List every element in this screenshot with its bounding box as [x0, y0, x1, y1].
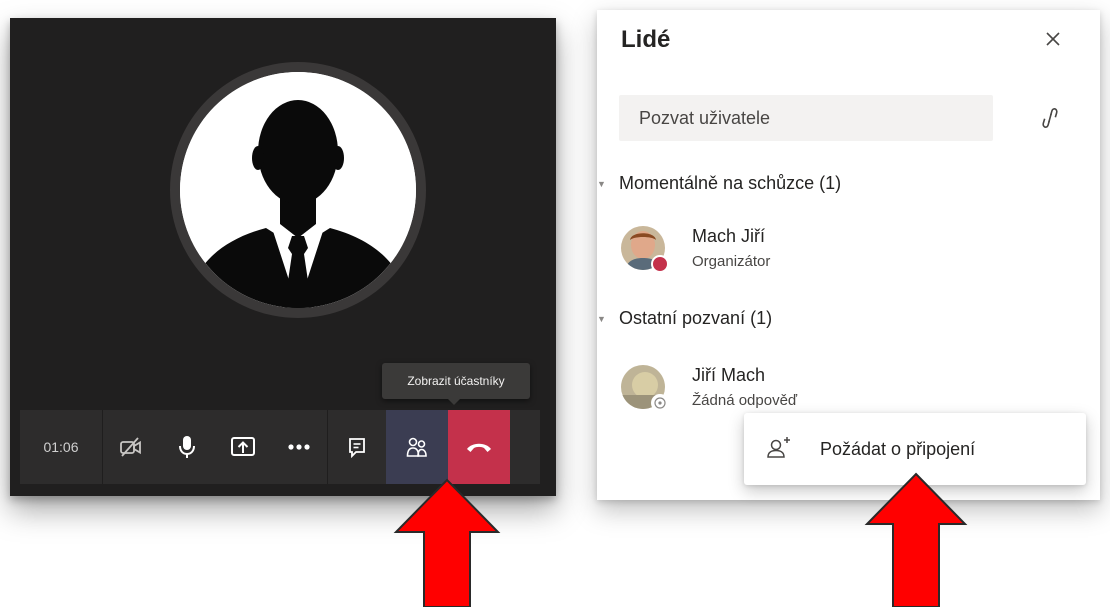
unknown-status-icon	[651, 394, 669, 412]
chat-button[interactable]	[327, 410, 386, 484]
link-icon	[1042, 108, 1058, 128]
participants-icon	[406, 437, 427, 457]
share-screen-icon	[231, 437, 255, 456]
copy-link-button[interactable]	[1037, 105, 1063, 131]
collapse-chevron-icon: ▼	[597, 313, 606, 324]
add-person-icon	[767, 437, 790, 458]
hang-up-icon	[467, 443, 491, 452]
busy-status-icon	[651, 255, 669, 273]
share-screen-button[interactable]	[215, 410, 271, 484]
more-icon	[288, 444, 310, 450]
participant-avatar	[170, 62, 426, 318]
meeting-window: Zobrazit účastníky 01:06	[10, 18, 556, 496]
participant-name: Mach Jiří	[692, 226, 766, 246]
more-actions-button[interactable]	[271, 410, 327, 484]
video-off-icon	[120, 437, 141, 457]
video-toggle-button[interactable]	[103, 410, 159, 484]
participant-role: Žádná odpověď	[692, 392, 798, 409]
close-icon	[1046, 32, 1060, 46]
microphone-button[interactable]	[159, 410, 215, 484]
microphone-icon	[179, 436, 195, 458]
chat-icon	[349, 438, 365, 458]
annotation-arrow-left	[393, 478, 501, 607]
section-label: Ostatní pozvaní (1)	[619, 308, 773, 328]
annotation-arrow-right	[864, 472, 968, 607]
participant-role: Organizátor	[692, 253, 771, 270]
invite-user-input[interactable]	[619, 95, 993, 141]
section-label: Momentálně na schůzce (1)	[619, 173, 842, 193]
participants-tooltip: Zobrazit účastníky	[382, 363, 530, 405]
call-controls-bar: 01:06	[20, 410, 540, 484]
collapse-chevron-icon: ▼	[597, 178, 606, 189]
panel-title: Lidé	[621, 26, 671, 53]
show-participants-button[interactable]	[386, 410, 448, 484]
hang-up-button[interactable]	[448, 410, 510, 484]
request-join-menu-icon[interactable]	[764, 435, 792, 463]
close-panel-button[interactable]	[1039, 25, 1067, 53]
participant-name: Jiří Mach	[692, 365, 766, 385]
request-join-menu-item[interactable]: Požádat o připojení	[820, 439, 975, 460]
silhouette-icon	[180, 72, 416, 308]
call-timer: 01:06	[20, 410, 103, 484]
section-in-meeting[interactable]: ▼ Momentálně na schůzce (1)	[597, 173, 841, 194]
section-other-invited[interactable]: ▼ Ostatní pozvaní (1)	[597, 308, 772, 329]
